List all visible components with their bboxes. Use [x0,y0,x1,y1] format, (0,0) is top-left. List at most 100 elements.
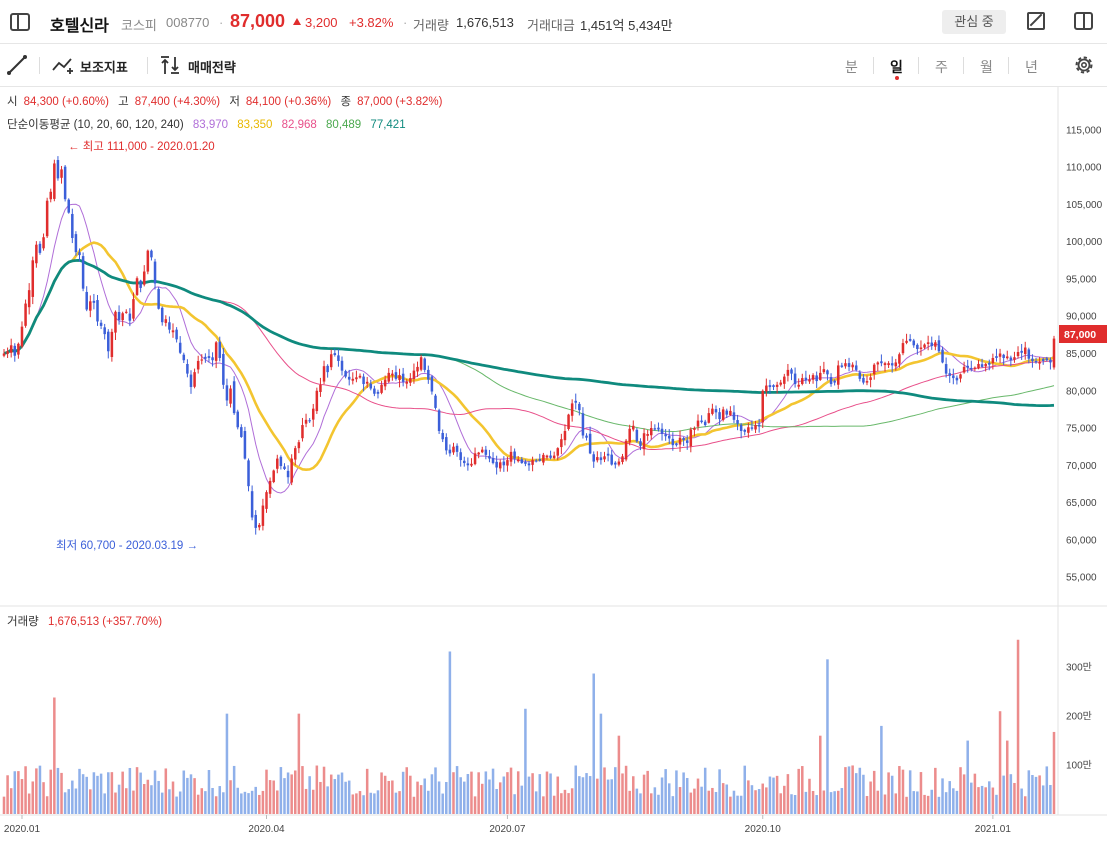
candle-body [218,341,222,358]
volume-bar [991,787,995,814]
candle [653,424,657,431]
candle [477,451,480,459]
volume-bar [1013,782,1016,814]
volume-bar [1052,731,1056,814]
candle-body [268,480,272,494]
volume-bar [836,790,840,814]
candle [243,426,247,460]
candle-body [588,433,592,454]
candle-body [405,381,408,384]
candle [689,427,693,453]
ma10-line [3,203,1055,494]
candle-body [434,395,437,408]
candle-body [189,374,193,388]
candle-body [570,403,574,416]
volume-bar [308,776,311,814]
strategy-icon[interactable] [160,55,182,75]
candle [121,311,124,327]
sidebar-toggle-icon[interactable] [10,13,30,31]
candle-body [779,382,782,385]
period-minute[interactable]: 분 [845,57,858,77]
volume-bar [578,776,581,814]
candle-body [60,169,63,178]
volume-bar [826,659,829,814]
candle [729,406,732,416]
volume-bar [114,792,117,814]
candle [711,403,714,416]
volume-bar [6,775,9,814]
candle [793,367,797,388]
gear-icon[interactable] [1073,54,1095,76]
volume-bar [948,781,951,814]
volume-bar [581,777,585,814]
candle-body [657,427,660,430]
candle [135,276,139,296]
period-month[interactable]: 월 [980,57,993,77]
candle-body [506,460,509,466]
volume-bar [452,772,455,814]
volume-bar [35,768,38,814]
candle [171,323,175,338]
volume-bar [707,790,711,814]
volume-bar [1020,788,1023,814]
volume-bar [117,784,121,814]
candle-body [707,413,711,423]
candle [919,340,923,356]
candle-body [211,357,214,361]
volume-bar [60,772,63,814]
candle [35,241,38,268]
indicator-button[interactable]: 보조지표 [80,57,128,76]
candle-body [840,365,844,367]
volume-bar [13,771,17,814]
volume-bar [552,795,556,814]
candle [707,407,711,424]
period-year[interactable]: 년 [1025,57,1038,77]
ma240-value: 77,421 [370,119,406,131]
candle-body [905,340,908,343]
candle-body [2,353,6,356]
volume-bar [995,794,998,814]
candle-body [164,319,168,323]
period-week[interactable]: 주 [935,57,948,77]
candle-body [862,377,865,383]
candle-body [890,363,894,366]
candle-body [743,429,747,432]
volume-bar [1041,785,1045,814]
volume-bar [883,794,887,814]
candle [599,451,603,465]
candle [240,424,243,438]
candle [358,373,362,379]
volume-bar [1031,775,1034,814]
price-chart[interactable]: 115,000 110,000 105,000 100,000 95,000 90,000… [0,87,1107,842]
candle-body [427,369,430,380]
candle-body [365,381,369,384]
draw-line-icon[interactable] [6,54,28,76]
candle-body [650,428,653,436]
indicator-icon[interactable] [52,55,74,75]
watchlist-button[interactable]: 관심 중 [942,10,1006,34]
volume-bar [563,789,567,814]
candle [20,321,24,349]
candle-body [578,403,581,411]
candle [509,445,513,467]
edit-icon[interactable] [1027,12,1045,30]
candle-body [153,261,157,284]
candle-body [988,362,991,365]
side-panel-icon[interactable] [1074,12,1093,30]
candle-body [308,420,311,422]
candle-body [128,313,132,321]
candle [258,522,261,531]
candle [854,360,858,372]
price-tick-label: 100,000 [1066,237,1103,248]
candle [268,477,272,498]
candle-body [401,373,405,382]
candle-body [847,363,851,367]
period-day[interactable]: 일 [890,57,903,77]
candle-body [959,374,962,379]
volume-bar [146,779,150,814]
strategy-button[interactable]: 매매전략 [188,57,236,76]
candle [427,365,430,384]
volume-bar [685,777,689,814]
candle [779,379,782,387]
volume-bar [294,770,297,814]
